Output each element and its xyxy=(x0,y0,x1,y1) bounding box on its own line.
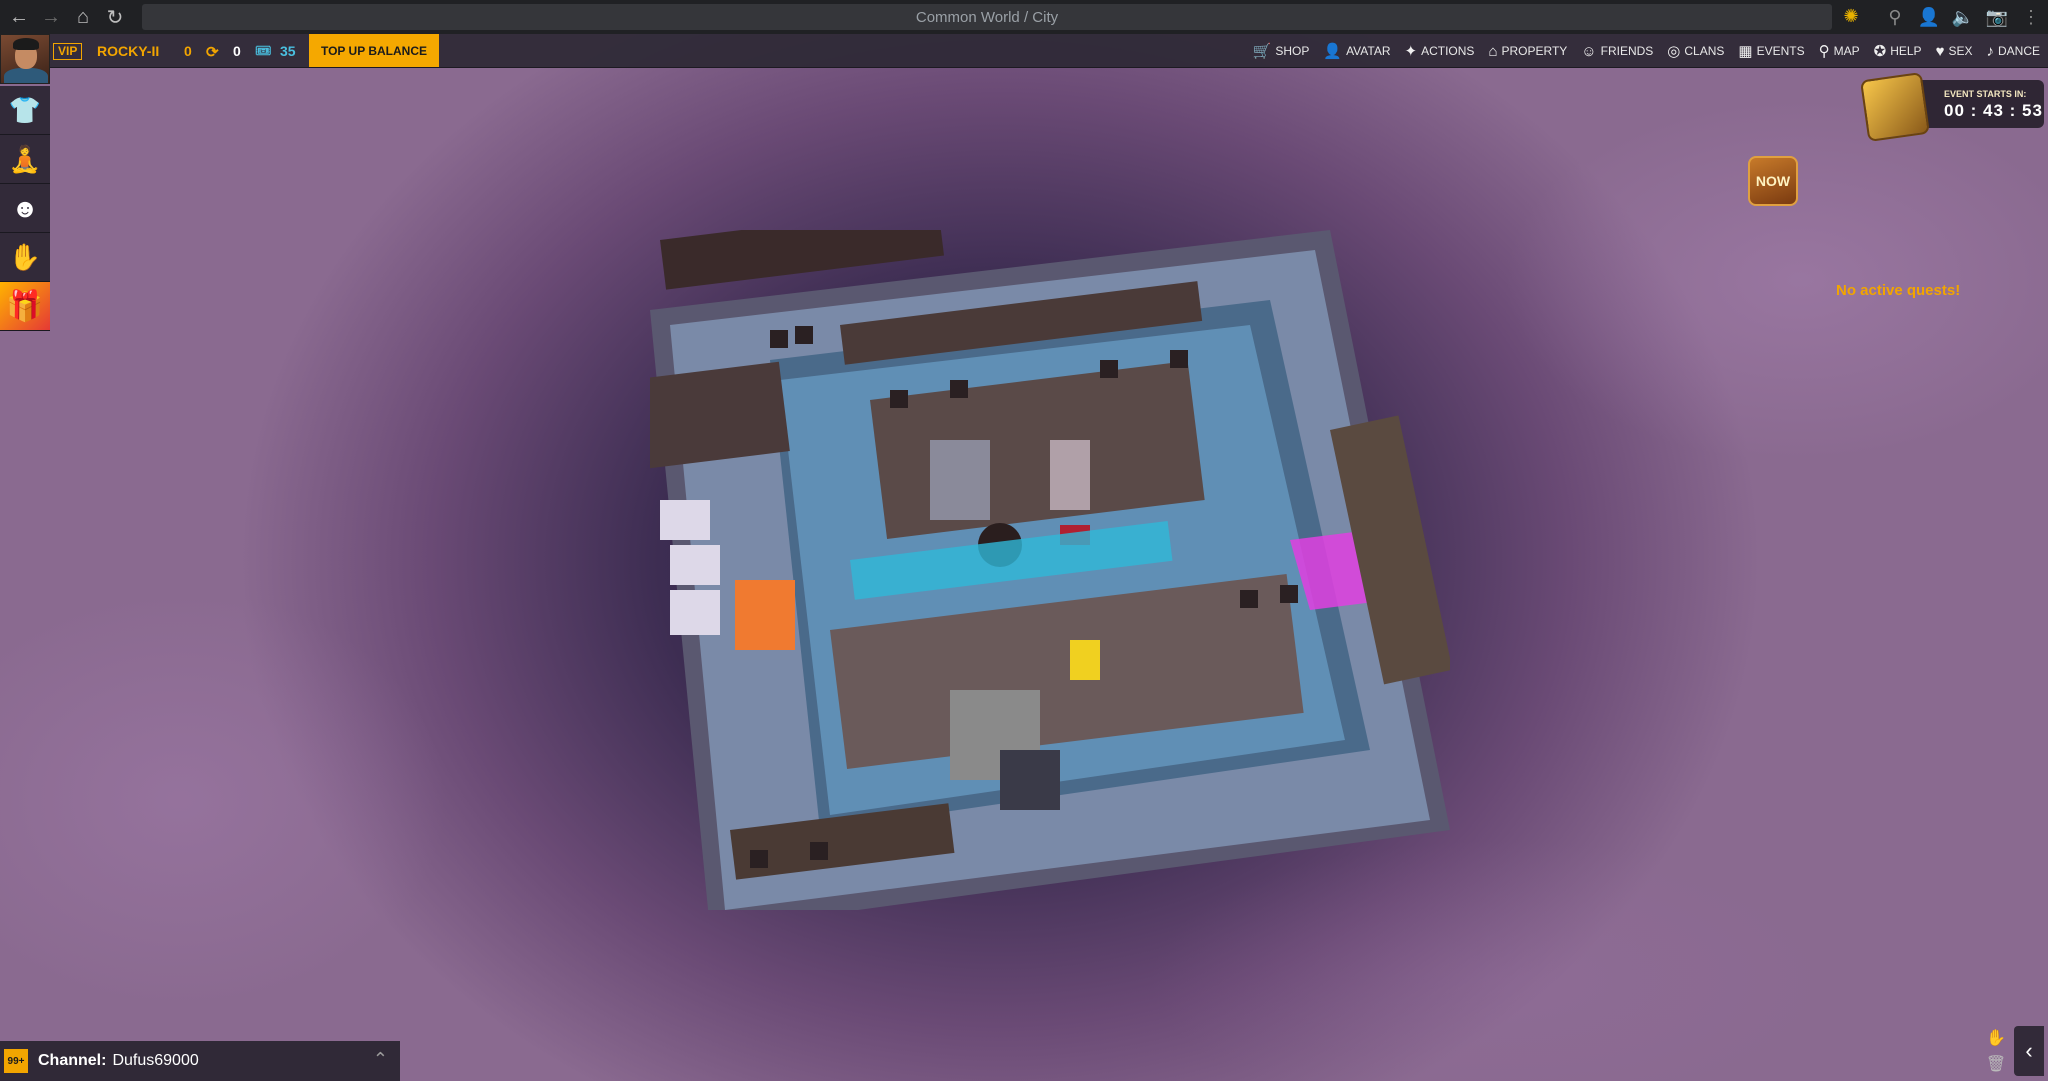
event-timer: 00 : 43 : 53 xyxy=(1944,101,2043,120)
reload-icon[interactable]: ↻ xyxy=(102,4,128,30)
now-badge[interactable]: NOW xyxy=(1748,156,1798,206)
left-toolbar: 👕 🧘 ☻ ✋ 🎁 xyxy=(0,86,50,331)
interaction-tool[interactable]: ✋ xyxy=(0,233,50,282)
chat-bar[interactable]: 99+ Channel: Dufus69000 ⌃ xyxy=(0,1041,400,1081)
clothes-tool[interactable]: 👕 xyxy=(0,86,50,135)
user-icon[interactable]: 👤 xyxy=(1912,7,1946,28)
hand-icon: ✋ xyxy=(8,241,42,272)
tickets-icon: 🎟 xyxy=(255,43,272,58)
address-text: Common World / City xyxy=(915,8,1059,26)
main-menu: 🛒 SHOP 👤 AVATAR ✦ ACTIONS ⌂ PROPERTY ☺ FRIEND… xyxy=(1239,34,2040,68)
heart-icon: ♥ xyxy=(1935,42,1945,60)
menu-help[interactable]: ✪ HELP xyxy=(1874,42,1922,60)
event-label: EVENT STARTS IN: xyxy=(1944,89,2027,99)
tokens-count: 0 xyxy=(233,43,241,59)
spinner-icon: ✺ xyxy=(1843,6,1859,26)
menu-avatar[interactable]: 👤 AVATAR xyxy=(1323,42,1390,60)
avatar[interactable] xyxy=(0,34,50,84)
player-name[interactable]: ROCKY-II xyxy=(97,43,159,59)
menu-property[interactable]: ⌂ PROPERTY xyxy=(1488,43,1567,60)
menu-dance[interactable]: ♪ DANCE xyxy=(1986,43,2040,60)
channel-label: Channel: xyxy=(38,1052,107,1069)
shirt-icon: 👕 xyxy=(8,94,42,125)
quest-status: No active quests! xyxy=(1836,282,1961,299)
menu-sex[interactable]: ♥ SEX xyxy=(1936,43,1973,60)
top-up-balance-button[interactable]: TOP UP BALANCE xyxy=(309,34,439,67)
menu-shop[interactable]: 🛒 SHOP xyxy=(1253,42,1310,60)
browser-toolbar: ← → ⌂ ↻ Common World / City ✺ ⚲ 👤 🔈 📷 ⋮ xyxy=(0,0,2048,34)
collapse-panel-button[interactable]: ‹ xyxy=(2014,1026,2044,1076)
camera-icon[interactable]: 📷 xyxy=(1980,7,2014,28)
menu-map[interactable]: ⚲ MAP xyxy=(1819,42,1860,60)
chevron-left-icon: ‹ xyxy=(2025,1038,2033,1063)
vip-badge: VIP xyxy=(53,43,83,60)
person-icon: 👤 xyxy=(1323,43,1343,60)
pose-tool[interactable]: 🧘 xyxy=(0,135,50,184)
browser-actions: ⚲ 👤 🔈 📷 ⋮ xyxy=(1878,0,2048,34)
dance-icon: ♪ xyxy=(1986,42,1994,60)
meditate-icon: 🧘 xyxy=(8,143,42,174)
forward-icon[interactable]: → xyxy=(38,4,64,30)
volume-icon[interactable]: 🔈 xyxy=(1946,7,1980,28)
help-icon: ✪ xyxy=(1873,43,1887,60)
expand-chevron-icon[interactable]: ⌃ xyxy=(373,1049,388,1070)
trash-icon[interactable]: 🗑 xyxy=(1985,1054,2007,1076)
smiley-icon: ☻ xyxy=(11,192,39,223)
map-pin-icon: ⚲ xyxy=(1818,43,1830,60)
actions-icon: ✦ xyxy=(1404,43,1418,60)
friends-icon: ☺ xyxy=(1581,42,1597,60)
emote-tool[interactable]: ☻ xyxy=(0,184,50,233)
menu-actions[interactable]: ✦ ACTIONS xyxy=(1405,42,1475,60)
gift-tool[interactable]: 🎁 xyxy=(0,282,50,331)
coins-count: 0 xyxy=(184,43,192,59)
house-icon: ⌂ xyxy=(1488,42,1498,60)
treasure-chest-icon xyxy=(1859,71,1931,143)
address-bar[interactable]: Common World / City xyxy=(142,4,1832,30)
event-timer-widget[interactable]: EVENT STARTS IN: 00 : 43 : 53 xyxy=(1859,71,2044,143)
back-icon[interactable]: ← xyxy=(6,4,32,30)
home-icon[interactable]: ⌂ xyxy=(70,4,96,30)
cart-icon: 🛒 xyxy=(1252,43,1272,60)
city-island[interactable] xyxy=(629,205,1453,930)
tickets-count: 35 xyxy=(280,43,296,59)
menu-events[interactable]: ▦ EVENTS xyxy=(1738,42,1804,60)
corner-actions: ✋ 🗑 xyxy=(1985,1028,2007,1078)
city-map-render xyxy=(629,205,1453,930)
more-icon[interactable]: ⋮ xyxy=(2014,7,2048,28)
wave-hand-icon[interactable]: ✋ xyxy=(1985,1028,2007,1050)
tokens-icon: ⟳ xyxy=(206,44,219,61)
clans-icon: ◎ xyxy=(1667,43,1681,60)
game-world-view[interactable] xyxy=(0,0,2048,1081)
menu-friends[interactable]: ☺ FRIENDS xyxy=(1581,43,1653,60)
location-icon[interactable]: ⚲ xyxy=(1878,7,1912,28)
channel-name: Dufus69000 xyxy=(112,1052,199,1069)
calendar-icon: ▦ xyxy=(1738,43,1753,60)
unread-badge: 99+ xyxy=(4,1049,28,1073)
gift-icon: 🎁 xyxy=(6,289,44,323)
menu-clans[interactable]: ◎ CLANS xyxy=(1667,42,1724,60)
